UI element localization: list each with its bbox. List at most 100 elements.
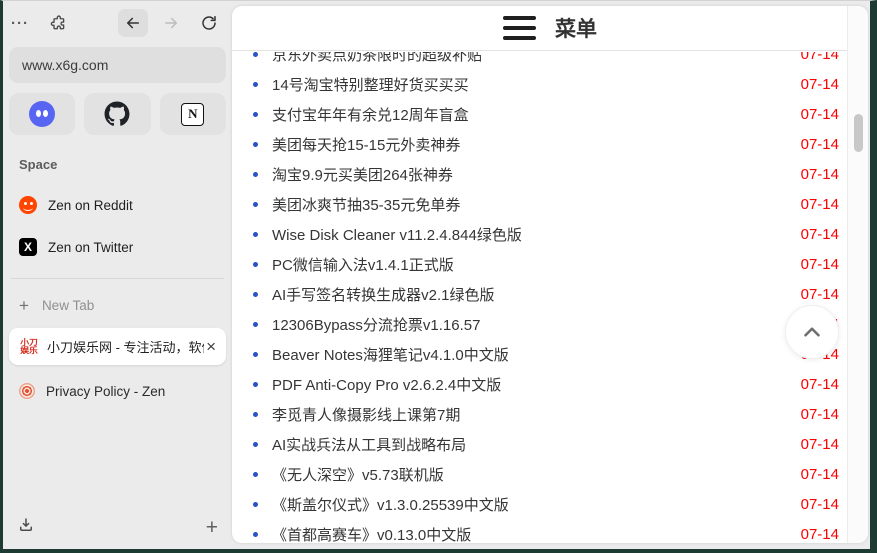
downloads-icon[interactable] — [17, 516, 35, 539]
list-item: 《无人深空》v5.73联机版07-14 — [232, 459, 847, 489]
article-date: 07-14 — [801, 496, 839, 513]
sidebar-item-label: Zen on Twitter — [48, 240, 133, 255]
active-tab[interactable]: 小刀 娱乐 小刀娱乐网 - 专注活动，软件 × — [9, 328, 226, 365]
x-twitter-icon: X — [19, 238, 37, 256]
shortcut-row: N — [9, 93, 226, 135]
article-date: 07-14 — [801, 136, 839, 153]
page-header: 菜单 — [232, 6, 868, 51]
list-item: PDF Anti-Copy Pro v2.6.2.4中文版07-14 — [232, 369, 847, 399]
space-section-label: Space — [19, 157, 226, 172]
list-item: AI实战兵法从工具到战略布局07-14 — [232, 429, 847, 459]
article-link[interactable]: PDF Anti-Copy Pro v2.6.2.4中文版 — [272, 374, 801, 395]
sidebar: ··· — [3, 1, 232, 549]
bullet-icon — [253, 442, 258, 447]
list-item: 美团冰爽节抽35-35元免单券07-14 — [232, 189, 847, 219]
bullet-icon — [253, 112, 258, 117]
bullet-icon — [253, 382, 258, 387]
article-date: 07-14 — [801, 526, 839, 543]
back-to-top-button[interactable] — [785, 305, 839, 359]
zen-logo-icon — [19, 383, 35, 399]
bullet-icon — [253, 172, 258, 177]
bullet-icon — [253, 352, 258, 357]
list-item: 美团每天抢15-15元外卖神券07-14 — [232, 129, 847, 159]
article-date: 07-14 — [801, 226, 839, 243]
bullet-icon — [253, 292, 258, 297]
back-button[interactable] — [118, 9, 148, 37]
extensions-puzzle-icon[interactable] — [43, 9, 73, 37]
article-link[interactable]: 淘宝9.9元买美团264张神券 — [272, 164, 801, 185]
article-link[interactable]: 美团每天抢15-15元外卖神券 — [272, 134, 801, 155]
article-link[interactable]: 14号淘宝特别整理好货买买买 — [272, 74, 801, 95]
article-link[interactable]: 支付宝年年有余兑12周年盲盒 — [272, 104, 801, 125]
article-date: 07-14 — [801, 196, 839, 213]
reddit-icon — [19, 196, 37, 214]
browser-window-frame: ··· — [0, 0, 877, 553]
article-list: 京东外卖点奶茶限时的超级补贴07-1414号淘宝特别整理好货买买买07-14支付… — [232, 52, 847, 543]
scrollbar-thumb[interactable] — [854, 114, 863, 152]
article-date: 07-14 — [801, 406, 839, 423]
list-item: 支付宝年年有余兑12周年盲盒07-14 — [232, 99, 847, 129]
sidebar-bottom-bar: + — [9, 516, 226, 541]
article-link[interactable]: 美团冰爽节抽35-35元免单券 — [272, 194, 801, 215]
reload-button[interactable] — [194, 9, 224, 37]
site-favicon: 小刀 娱乐 — [18, 336, 40, 358]
github-icon — [104, 101, 130, 127]
list-item: 淘宝9.9元买美团264张神券07-14 — [232, 159, 847, 189]
article-link[interactable]: 12306Bypass分流抢票v1.16.57 — [272, 314, 801, 335]
article-date: 07-14 — [801, 286, 839, 303]
bullet-icon — [253, 202, 258, 207]
article-date: 07-14 — [801, 466, 839, 483]
list-item: 李觅青人像摄影线上课第7期07-14 — [232, 399, 847, 429]
article-link[interactable]: AI实战兵法从工具到战略布局 — [272, 434, 801, 455]
list-item: AI手写签名转换生成器v2.1绿色版07-14 — [232, 279, 847, 309]
bullet-icon — [253, 322, 258, 327]
bullet-icon — [253, 472, 258, 477]
new-tab-label: New Tab — [42, 298, 94, 313]
article-link[interactable]: 《首都高赛车》v0.13.0中文版 — [272, 524, 801, 544]
new-tab-plus-icon[interactable]: + — [206, 517, 218, 538]
active-tab-title: 小刀娱乐网 - 专注活动，软件 — [47, 337, 204, 356]
close-tab-icon[interactable]: × — [204, 338, 218, 355]
list-item: Wise Disk Cleaner v11.2.4.844绿色版07-14 — [232, 219, 847, 249]
shortcut-notion[interactable]: N — [160, 93, 226, 135]
sidebar-item-zen-on-reddit[interactable]: Zen on Reddit — [19, 196, 226, 214]
url-input[interactable] — [22, 57, 213, 73]
tab-title: Privacy Policy - Zen — [46, 384, 165, 399]
article-link[interactable]: PC微信输入法v1.4.1正式版 — [272, 254, 801, 275]
scrollbar-track[interactable] — [847, 6, 868, 543]
discord-icon — [29, 101, 55, 127]
more-options-icon[interactable]: ··· — [11, 15, 29, 32]
article-date: 07-14 — [801, 256, 839, 273]
favicon-text: 娱乐 — [20, 347, 38, 355]
article-link[interactable]: AI手写签名转换生成器v2.1绿色版 — [272, 284, 801, 305]
list-item: 京东外卖点奶茶限时的超级补贴07-14 — [232, 52, 847, 69]
url-bar[interactable] — [9, 47, 226, 83]
article-link[interactable]: 李觅青人像摄影线上课第7期 — [272, 404, 801, 425]
bullet-icon — [253, 502, 258, 507]
bullet-icon — [253, 142, 258, 147]
article-date: 07-14 — [801, 436, 839, 453]
article-link[interactable]: 《无人深空》v5.73联机版 — [272, 464, 801, 485]
article-link[interactable]: Beaver Notes海狸笔记v4.1.0中文版 — [272, 344, 801, 365]
tab-privacy-policy[interactable]: Privacy Policy - Zen — [19, 383, 226, 399]
sidebar-item-zen-on-twitter[interactable]: X Zen on Twitter — [19, 238, 226, 256]
hamburger-menu-icon[interactable] — [503, 16, 536, 40]
plus-icon: + — [19, 297, 29, 314]
list-item: Beaver Notes海狸笔记v4.1.0中文版07-14 — [232, 339, 847, 369]
bullet-icon — [253, 232, 258, 237]
shortcut-github[interactable] — [84, 93, 150, 135]
bullet-icon — [253, 412, 258, 417]
article-date: 07-14 — [801, 106, 839, 123]
menu-label: 菜单 — [555, 13, 597, 43]
list-item: 12306Bypass分流抢票v1.16.5707-14 — [232, 309, 847, 339]
article-link[interactable]: Wise Disk Cleaner v11.2.4.844绿色版 — [272, 224, 801, 245]
shortcut-discord[interactable] — [9, 93, 75, 135]
forward-button[interactable] — [156, 9, 186, 37]
list-item: PC微信输入法v1.4.1正式版07-14 — [232, 249, 847, 279]
article-date: 07-14 — [801, 76, 839, 93]
article-date: 07-14 — [801, 166, 839, 183]
new-tab-button[interactable]: + New Tab — [19, 297, 226, 314]
article-link[interactable]: 《斯盖尔仪式》v1.3.0.25539中文版 — [272, 494, 801, 515]
bullet-icon — [253, 82, 258, 87]
article-link[interactable]: 京东外卖点奶茶限时的超级补贴 — [272, 52, 801, 65]
